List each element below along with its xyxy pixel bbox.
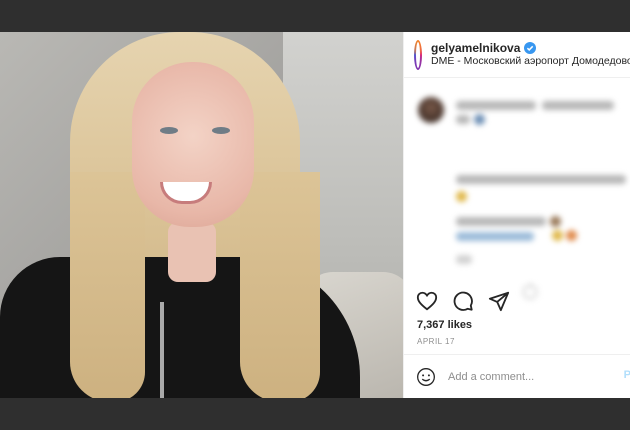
heart-icon[interactable] (416, 290, 438, 312)
comment-avatar (418, 97, 444, 123)
emoji-icon (550, 216, 561, 227)
avatar[interactable] (414, 39, 422, 70)
emoji-icon (474, 114, 485, 125)
comment-icon[interactable] (452, 290, 474, 312)
post-photo[interactable] (0, 32, 403, 398)
post-header: gelyamelnikova DME - Московский аэропорт… (404, 32, 630, 78)
emoji-icon[interactable] (416, 367, 436, 387)
action-bar (416, 290, 510, 312)
loading-spinner-icon (522, 284, 538, 300)
post-date[interactable]: APRIL 17 (417, 337, 455, 346)
share-icon[interactable] (488, 290, 510, 312)
verified-badge-icon (524, 42, 537, 55)
comment-input[interactable] (448, 370, 598, 383)
likes-count[interactable]: 7,367 likes (417, 319, 472, 331)
emoji-icon (456, 191, 467, 202)
username-link[interactable]: gelyamelnikova (431, 41, 520, 56)
post-side-panel: gelyamelnikova DME - Московский аэропорт… (403, 32, 630, 398)
neck (168, 222, 216, 282)
comment-form: P (404, 354, 630, 398)
comment-text (456, 217, 546, 226)
comment-text (456, 115, 470, 124)
location-link[interactable]: DME - Московский аэропорт Домодедово (431, 55, 630, 67)
comment-mention (456, 232, 534, 241)
hair-front-right (240, 172, 320, 398)
emoji-icon (552, 230, 563, 241)
comments-area-blurred (404, 79, 630, 305)
comment-meta (456, 255, 472, 264)
post-comment-button[interactable]: P (624, 369, 630, 381)
hair-front-left (70, 172, 145, 398)
instagram-post: gelyamelnikova DME - Московский аэропорт… (0, 32, 630, 398)
comment-text (456, 175, 626, 184)
right-eye (212, 127, 230, 134)
comment-text (542, 101, 614, 110)
comment-text (456, 101, 536, 110)
emoji-icon (566, 230, 577, 241)
jacket-zipper (160, 302, 164, 398)
left-eye (160, 127, 178, 134)
header-info: gelyamelnikova DME - Московский аэропорт… (431, 41, 630, 68)
